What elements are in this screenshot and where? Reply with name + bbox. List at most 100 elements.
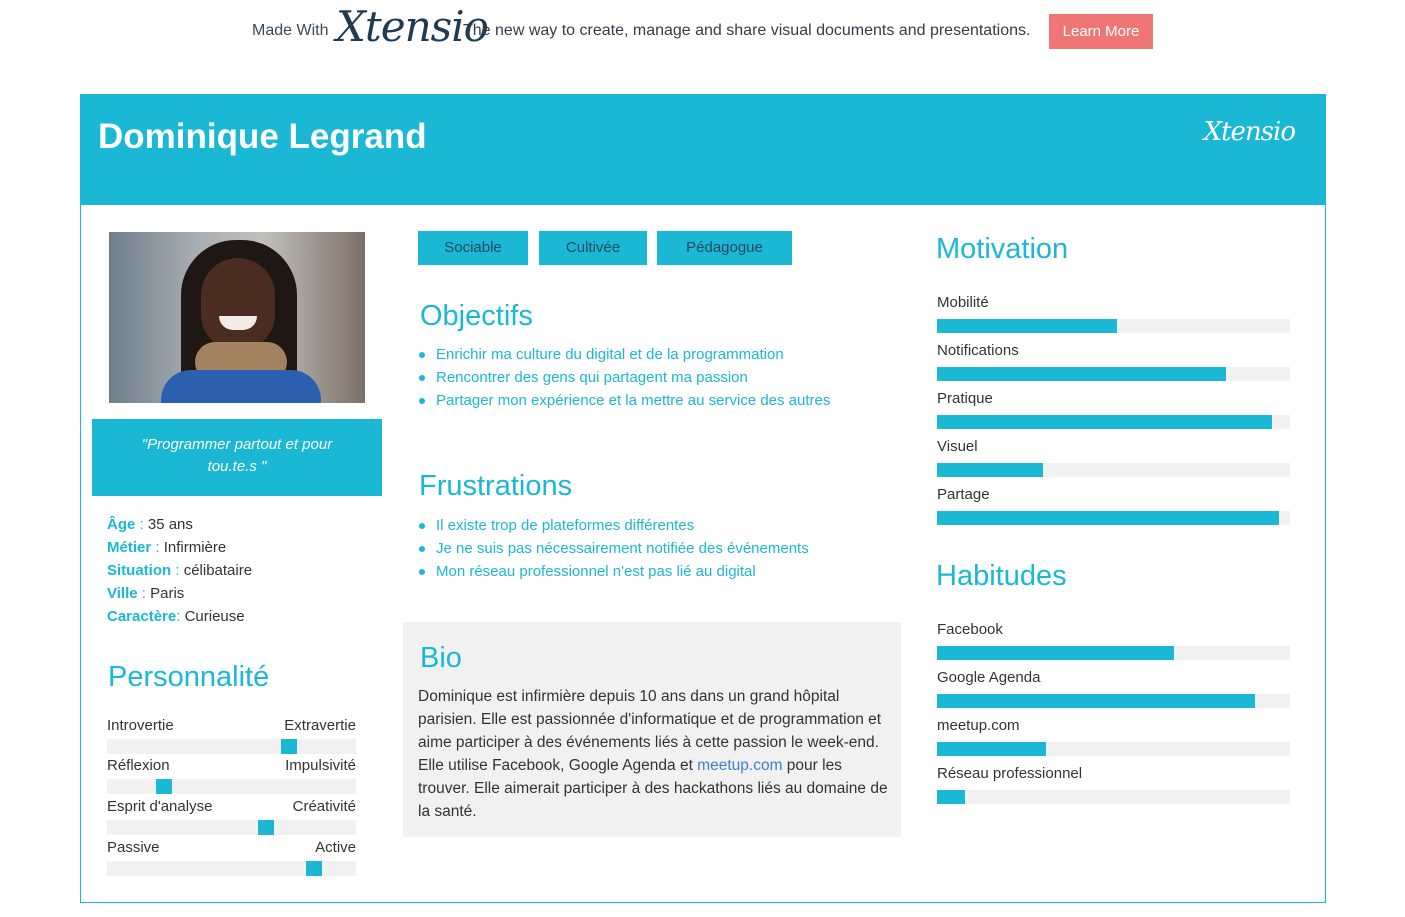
fact-value: Curieuse: [184, 608, 245, 625]
personality-slider: Passive Active: [107, 839, 356, 876]
promo-tagline: The new way to create, manage and share …: [463, 22, 1031, 39]
bar-fill: [937, 511, 1279, 525]
persona-name: Dominique Legrand: [98, 117, 427, 156]
slider-left-label: Passive: [107, 839, 160, 856]
xtensio-header-logo: Xtensio: [1203, 117, 1296, 147]
bar-fill: [937, 694, 1255, 708]
bar-label: Visuel: [937, 438, 978, 455]
slider-track: [107, 820, 356, 835]
slider-track: [107, 779, 356, 794]
bar-track: [937, 790, 1290, 804]
bio-text: Dominique est infirmière depuis 10 ans d…: [418, 688, 888, 820]
motivation-bars: Mobilité Notifications Pratique Visuel Parta…: [937, 294, 1290, 534]
fact-value: Infirmière: [163, 539, 227, 556]
bar-fill: [937, 367, 1226, 381]
fact-value: célibataire: [183, 562, 253, 579]
motivation-title: Motivation: [936, 233, 1069, 265]
bar-row: Google Agenda: [937, 669, 1290, 717]
habitudes-title: Habitudes: [936, 560, 1067, 592]
bar-label: Réseau professionnel: [937, 765, 1083, 782]
bar-row: Partage: [937, 486, 1290, 534]
bar-label: Mobilité: [937, 294, 989, 311]
list-item: Enrichir ma culture du digital et de la …: [419, 343, 830, 366]
fact-key: Situation: [107, 562, 172, 579]
list-item: Mon réseau professionnel n'est pas lié a…: [419, 560, 809, 583]
bar-row: Réseau professionnel: [937, 765, 1290, 813]
slider-knob: [281, 739, 297, 754]
bar-track: [937, 511, 1290, 525]
bar-label: Partage: [937, 486, 990, 503]
tag-cultivee: Cultivée: [539, 231, 647, 265]
slider-left-label: Esprit d'analyse: [107, 798, 213, 815]
bar-row: meetup.com: [937, 717, 1290, 765]
personality-slider: Réflexion Impulsivité: [107, 757, 356, 794]
slider-right-label: Créativité: [292, 798, 356, 815]
list-item: Partager mon expérience et la mettre au …: [419, 389, 830, 412]
bar-track: [937, 742, 1290, 756]
promo-banner: Made With Xtensio The new way to create,…: [0, 0, 1405, 62]
list-item: Rencontrer des gens qui partagent ma pas…: [419, 366, 830, 389]
persona-photo: [109, 232, 365, 403]
slider-right-label: Extravertie: [284, 717, 356, 734]
slider-knob: [306, 861, 322, 876]
bar-row: Mobilité: [937, 294, 1290, 342]
slider-right-label: Active: [315, 839, 356, 856]
bar-track: [937, 694, 1290, 708]
slider-right-label: Impulsivité: [285, 757, 356, 774]
bar-track: [937, 367, 1290, 381]
fact-key: Caractère: [107, 608, 177, 625]
fact-row: Caractère: Curieuse: [107, 608, 245, 625]
fact-row: Métier : Infirmière: [107, 539, 227, 556]
bar-label: Facebook: [937, 621, 1003, 638]
habitudes-bars: Facebook Google Agenda meetup.com Réseau pr…: [937, 621, 1290, 813]
persona-card: Dominique Legrand Xtensio "Programmer pa…: [80, 94, 1326, 903]
slider-knob: [258, 820, 274, 835]
bar-fill: [937, 742, 1046, 756]
bar-row: Pratique: [937, 390, 1290, 438]
bar-row: Visuel: [937, 438, 1290, 486]
bar-label: meetup.com: [937, 717, 1020, 734]
fact-row: Âge : 35 ans: [107, 516, 193, 533]
slider-left-label: Réflexion: [107, 757, 170, 774]
bar-label: Google Agenda: [937, 669, 1041, 686]
fact-key: Ville: [107, 585, 138, 602]
tag-pedagogue: Pédagogue: [657, 231, 792, 265]
bar-fill: [937, 790, 965, 804]
fact-key: Métier: [107, 539, 152, 556]
bio-title: Bio: [420, 642, 462, 674]
slider-track: [107, 739, 356, 754]
bar-fill: [937, 646, 1174, 660]
list-item: Il existe trop de plateformes différente…: [419, 514, 809, 537]
bar-fill: [937, 319, 1117, 333]
learn-more-button[interactable]: Learn More: [1049, 14, 1153, 49]
fact-value: Paris: [150, 585, 185, 602]
persona-facts: Âge : 35 ans Métier : Infirmière Situation…: [107, 513, 367, 628]
bar-row: Facebook: [937, 621, 1290, 669]
bar-track: [937, 319, 1290, 333]
list-item: Je ne suis pas nécessairement notifiée d…: [419, 537, 809, 560]
bar-label: Pratique: [937, 390, 993, 407]
personality-slider: Esprit d'analyse Créativité: [107, 798, 356, 835]
meetup-link[interactable]: meetup.com: [697, 757, 782, 774]
personality-slider: Introvertie Extravertie: [107, 717, 356, 754]
slider-knob: [156, 779, 172, 794]
personality-title: Personnalité: [108, 661, 270, 693]
bio-panel: Bio Dominique est infirmière depuis 10 a…: [403, 622, 901, 837]
fact-row: Situation : célibataire: [107, 562, 253, 579]
frustrations-list: Il existe trop de plateformes différente…: [419, 514, 809, 583]
fact-row: Ville : Paris: [107, 585, 185, 602]
bar-track: [937, 463, 1290, 477]
bar-track: [937, 415, 1290, 429]
fact-value: 35 ans: [147, 516, 193, 533]
tag-sociable: Sociable: [418, 231, 528, 265]
bar-label: Notifications: [937, 342, 1019, 359]
frustrations-title: Frustrations: [419, 470, 573, 502]
objectifs-title: Objectifs: [420, 300, 533, 332]
persona-header: Dominique Legrand Xtensio: [81, 95, 1325, 205]
bar-fill: [937, 415, 1272, 429]
fact-key: Âge: [107, 516, 136, 533]
bar-track: [937, 646, 1290, 660]
slider-track: [107, 861, 356, 876]
slider-left-label: Introvertie: [107, 717, 174, 734]
bar-row: Notifications: [937, 342, 1290, 390]
